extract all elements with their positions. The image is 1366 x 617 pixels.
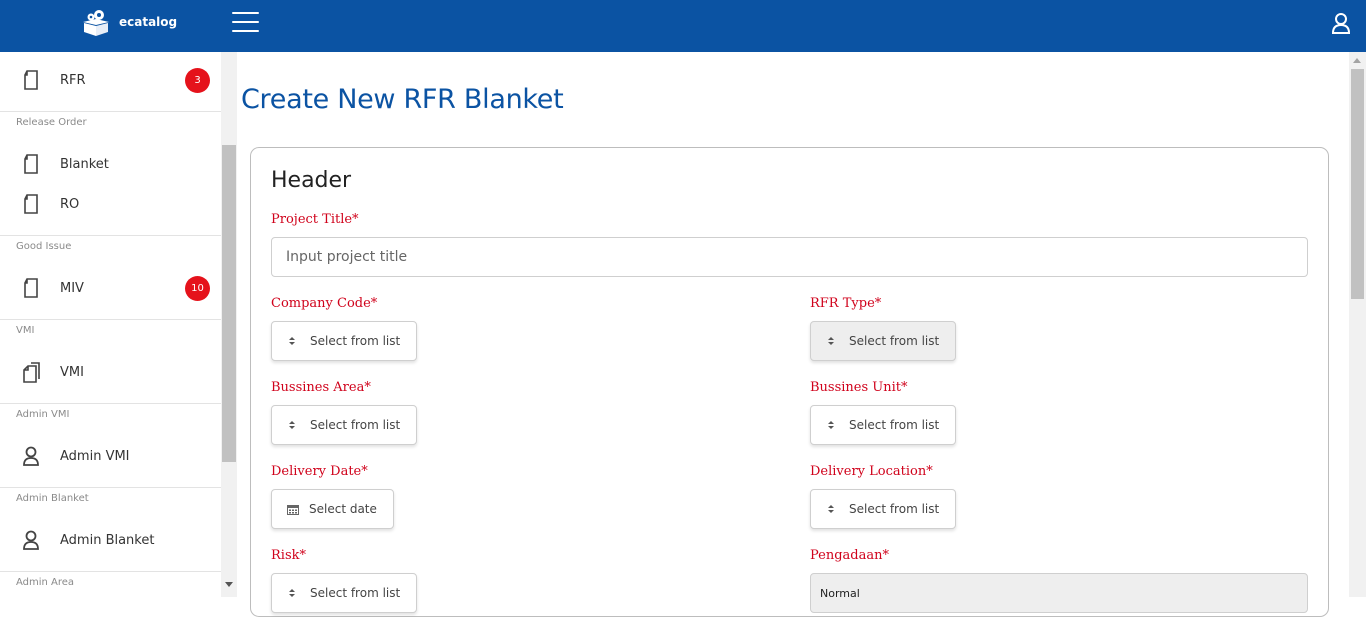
divider	[0, 403, 221, 404]
document-icon	[24, 278, 38, 298]
select-value: Select date	[309, 502, 377, 516]
bussines-unit-select[interactable]: Select from list	[810, 405, 957, 445]
section-label: Admin Blanket	[16, 493, 89, 504]
select-value: Select from list	[849, 502, 940, 516]
scroll-up-icon[interactable]	[1353, 58, 1361, 63]
scrollbar-thumb[interactable]	[222, 145, 236, 462]
bussines-unit-label: Bussines Unit*	[810, 380, 908, 395]
page-title: Create New RFR Blanket	[241, 84, 564, 115]
divider	[0, 235, 221, 236]
select-value: Select from list	[310, 586, 401, 600]
person-icon	[23, 446, 39, 466]
select-value: Select from list	[849, 334, 940, 348]
sidebar-scrollbar[interactable]	[221, 52, 237, 597]
divider	[0, 111, 221, 112]
delivery-date-picker[interactable]: Select date	[271, 489, 394, 529]
sort-icon	[826, 337, 835, 345]
app-name: ecatalog	[119, 15, 178, 29]
select-value: Select from list	[310, 418, 401, 432]
sidebar-item-label: MIV	[60, 280, 84, 296]
sidebar-item-ro[interactable]: RO	[0, 184, 221, 224]
document-icon	[24, 154, 38, 174]
delivery-date-label: Delivery Date*	[271, 464, 368, 479]
sort-icon	[287, 421, 296, 429]
sidebar-item-rfr[interactable]: RFR 3	[0, 60, 221, 100]
divider	[0, 571, 221, 572]
sidebar-item-label: RO	[60, 196, 80, 212]
section-label: Release Order	[16, 117, 87, 128]
logo-icon	[83, 10, 109, 36]
risk-label: Risk*	[271, 548, 306, 563]
sort-icon	[287, 589, 296, 597]
section-label: VMI	[16, 325, 35, 336]
sidebar-item-label: VMI	[60, 364, 84, 380]
sidebar-item-label: Admin Blanket	[60, 532, 155, 548]
risk-select[interactable]: Select from list	[271, 573, 418, 613]
rfr-type-select[interactable]: Select from list	[810, 321, 957, 361]
brand[interactable]: ecatalog	[81, 7, 177, 37]
rfr-type-label: RFR Type*	[810, 296, 882, 311]
sidebar-item-vmi[interactable]: VMI	[0, 352, 221, 392]
user-icon[interactable]	[1331, 12, 1351, 34]
sidebar-item-label: Admin VMI	[60, 448, 130, 464]
documents-icon	[23, 362, 40, 383]
document-icon	[24, 194, 38, 214]
header-card	[250, 147, 1329, 617]
delivery-location-select[interactable]: Select from list	[810, 489, 957, 529]
section-label: Admin VMI	[16, 409, 70, 420]
section-label: Good Issue	[16, 241, 72, 252]
sidebar-item-label: Blanket	[60, 156, 109, 172]
sidebar-item-admin-vmi[interactable]: Admin VMI	[0, 436, 221, 476]
sidebar-item-blanket[interactable]: Blanket	[0, 144, 221, 184]
sort-icon	[826, 421, 835, 429]
bussines-area-select[interactable]: Select from list	[271, 405, 418, 445]
delivery-location-label: Delivery Location*	[810, 464, 933, 479]
sidebar-item-miv[interactable]: MIV 10	[0, 268, 221, 308]
calendar-icon	[287, 504, 299, 515]
sort-icon	[826, 505, 835, 513]
hamburger-icon[interactable]	[232, 12, 259, 33]
select-value: Select from list	[310, 334, 401, 348]
pengadaan-field: Normal	[810, 573, 1308, 613]
company-code-select[interactable]: Select from list	[271, 321, 418, 361]
card-title: Header	[271, 168, 352, 193]
sidebar-item-label: RFR	[60, 72, 86, 88]
page-scrollbar[interactable]	[1349, 52, 1366, 597]
notification-badge: 3	[185, 67, 210, 93]
bussines-area-label: Bussines Area*	[271, 380, 371, 395]
scrollbar-thumb[interactable]	[1351, 69, 1364, 299]
sidebar: RFR 3 Release Order Blanket RO Good Issu…	[0, 52, 221, 597]
scroll-down-icon[interactable]	[225, 582, 233, 587]
document-icon	[24, 70, 38, 90]
sidebar-item-admin-blanket[interactable]: Admin Blanket	[0, 520, 221, 560]
project-title-input[interactable]	[271, 237, 1308, 277]
pengadaan-label: Pengadaan*	[810, 548, 889, 563]
company-code-label: Company Code*	[271, 296, 378, 311]
divider	[0, 487, 221, 488]
notification-badge: 10	[185, 275, 210, 301]
sort-icon	[287, 337, 296, 345]
section-label: Admin Area	[16, 577, 75, 588]
select-value: Select from list	[849, 418, 940, 432]
person-icon	[23, 530, 39, 550]
project-title-label: Project Title*	[271, 212, 359, 227]
divider	[0, 319, 221, 320]
top-bar: ecatalog	[0, 0, 1366, 52]
